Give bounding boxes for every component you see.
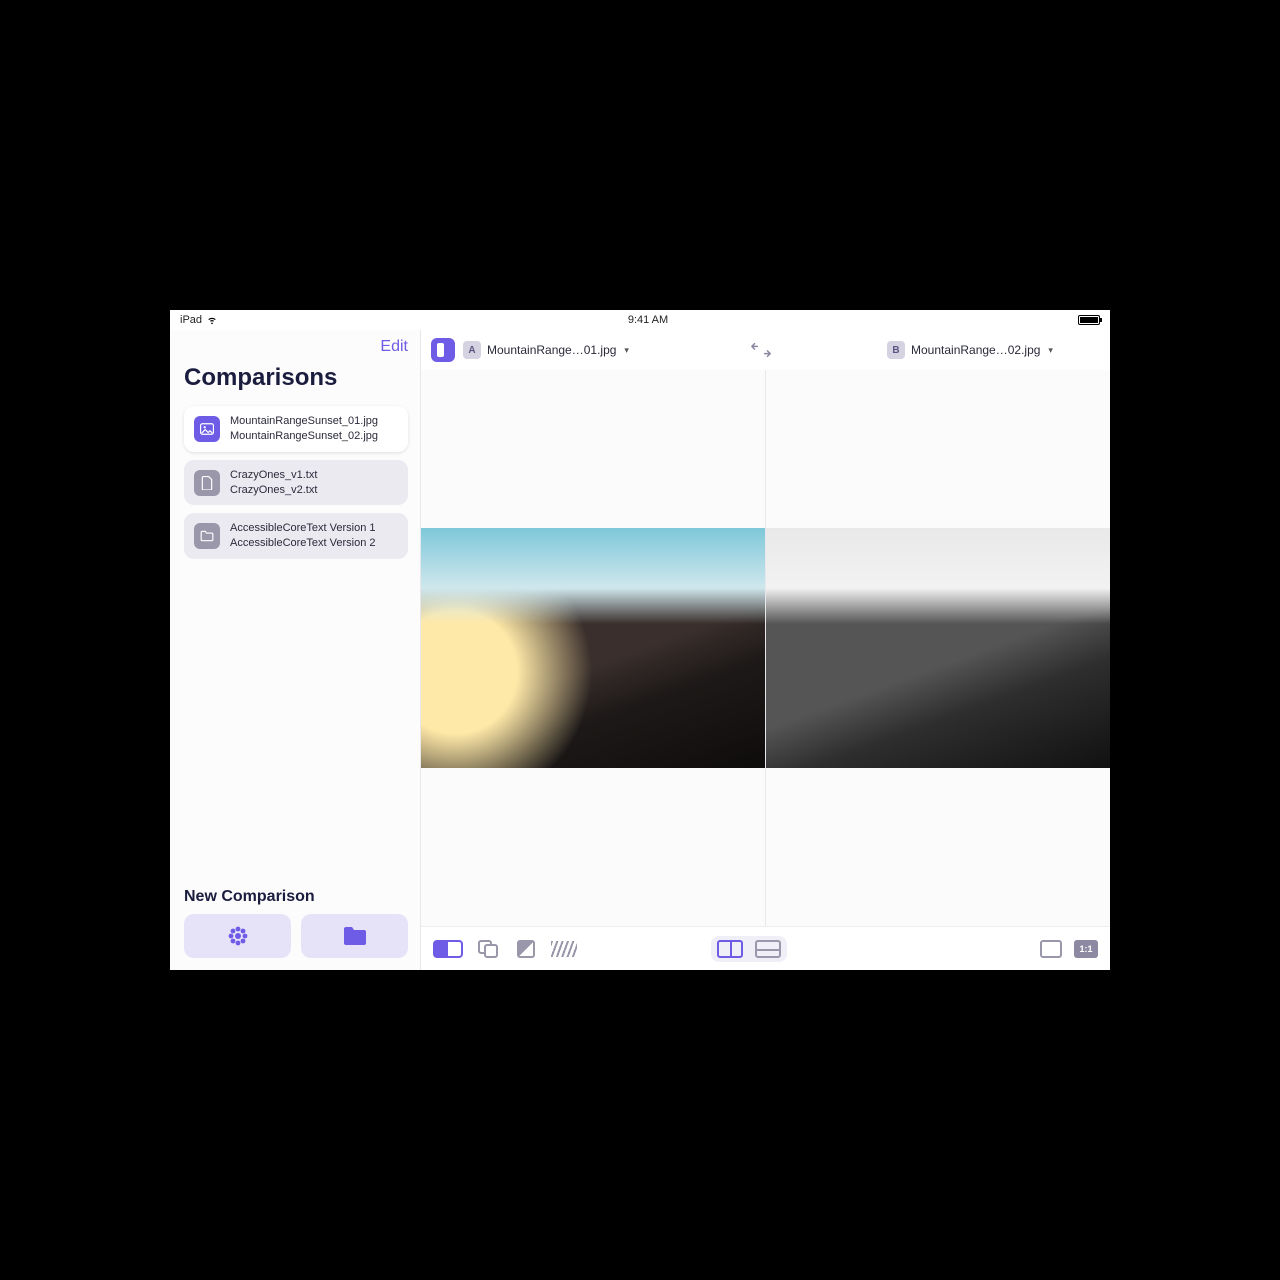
comparison-list-item[interactable]: AccessibleCoreText Version 1 AccessibleC…: [184, 513, 408, 559]
device-label: iPad: [180, 314, 202, 326]
chevron-down-icon: ▾: [1048, 345, 1053, 356]
folder-icon: [194, 523, 220, 549]
image-icon: [194, 416, 220, 442]
flower-icon: [226, 924, 250, 948]
badge-b: B: [887, 341, 905, 359]
file-a-selector[interactable]: A MountainRange…01.jpg ▾: [463, 341, 629, 359]
folder-icon: [342, 925, 368, 947]
list-item-line1: CrazyOnes_v1.txt: [230, 468, 317, 483]
new-from-files-button[interactable]: [301, 914, 408, 958]
fit-to-screen-button[interactable]: [1040, 940, 1062, 958]
sidebar-toggle-button[interactable]: [431, 338, 455, 362]
clock: 9:41 AM: [628, 314, 668, 326]
image-a: [421, 528, 765, 767]
comparison-list-item[interactable]: CrazyOnes_v1.txt CrazyOnes_v2.txt: [184, 460, 408, 506]
mask-mode-button[interactable]: [551, 941, 577, 957]
pane-a[interactable]: [421, 370, 765, 926]
edit-button[interactable]: Edit: [380, 338, 408, 356]
pane-b[interactable]: [765, 370, 1110, 926]
comparison-viewer[interactable]: [421, 370, 1110, 926]
list-item-line2: CrazyOnes_v2.txt: [230, 483, 317, 498]
main-area: A MountainRange…01.jpg ▾ B MountainRange…: [420, 330, 1110, 970]
sidebar: Edit Comparisons MountainRangeSunset_01.…: [170, 330, 420, 970]
wifi-icon: [206, 315, 218, 325]
file-b-name: MountainRange…02.jpg: [911, 343, 1040, 357]
battery-icon: [1078, 315, 1100, 325]
image-b: [766, 528, 1110, 767]
text-file-icon: [194, 470, 220, 496]
list-item-line1: MountainRangeSunset_01.jpg: [230, 414, 378, 429]
status-bar: iPad 9:41 AM: [170, 310, 1110, 330]
list-item-line2: MountainRangeSunset_02.jpg: [230, 429, 378, 444]
list-item-line1: AccessibleCoreText Version 1: [230, 521, 376, 536]
comparison-list: MountainRangeSunset_01.jpg MountainRange…: [184, 406, 408, 559]
file-a-name: MountainRange…01.jpg: [487, 343, 616, 357]
new-from-photos-button[interactable]: [184, 914, 291, 958]
app-window: iPad 9:41 AM Edit Comparisons MountainRa…: [170, 310, 1110, 970]
chevron-down-icon: ▾: [624, 345, 629, 356]
new-comparison-title: New Comparison: [184, 888, 408, 906]
swap-button[interactable]: [750, 342, 772, 358]
comparison-list-item[interactable]: MountainRangeSunset_01.jpg MountainRange…: [184, 406, 408, 452]
layers-icon: [478, 940, 498, 958]
slider-mode-button[interactable]: [433, 940, 463, 958]
half-square-icon: [517, 940, 535, 958]
badge-a: A: [463, 341, 481, 359]
file-b-selector[interactable]: B MountainRange…02.jpg ▾: [887, 341, 1053, 359]
bottom-toolbar: 1:1: [421, 926, 1110, 970]
top-toolbar: A MountainRange…01.jpg ▾ B MountainRange…: [421, 330, 1110, 370]
list-item-line2: AccessibleCoreText Version 2: [230, 536, 376, 551]
stacked-button[interactable]: [755, 940, 781, 958]
actual-size-button[interactable]: 1:1: [1074, 940, 1098, 958]
difference-mode-button[interactable]: [513, 939, 539, 959]
side-by-side-button[interactable]: [717, 940, 743, 958]
sidebar-title: Comparisons: [184, 364, 408, 392]
overlay-mode-button[interactable]: [475, 939, 501, 959]
